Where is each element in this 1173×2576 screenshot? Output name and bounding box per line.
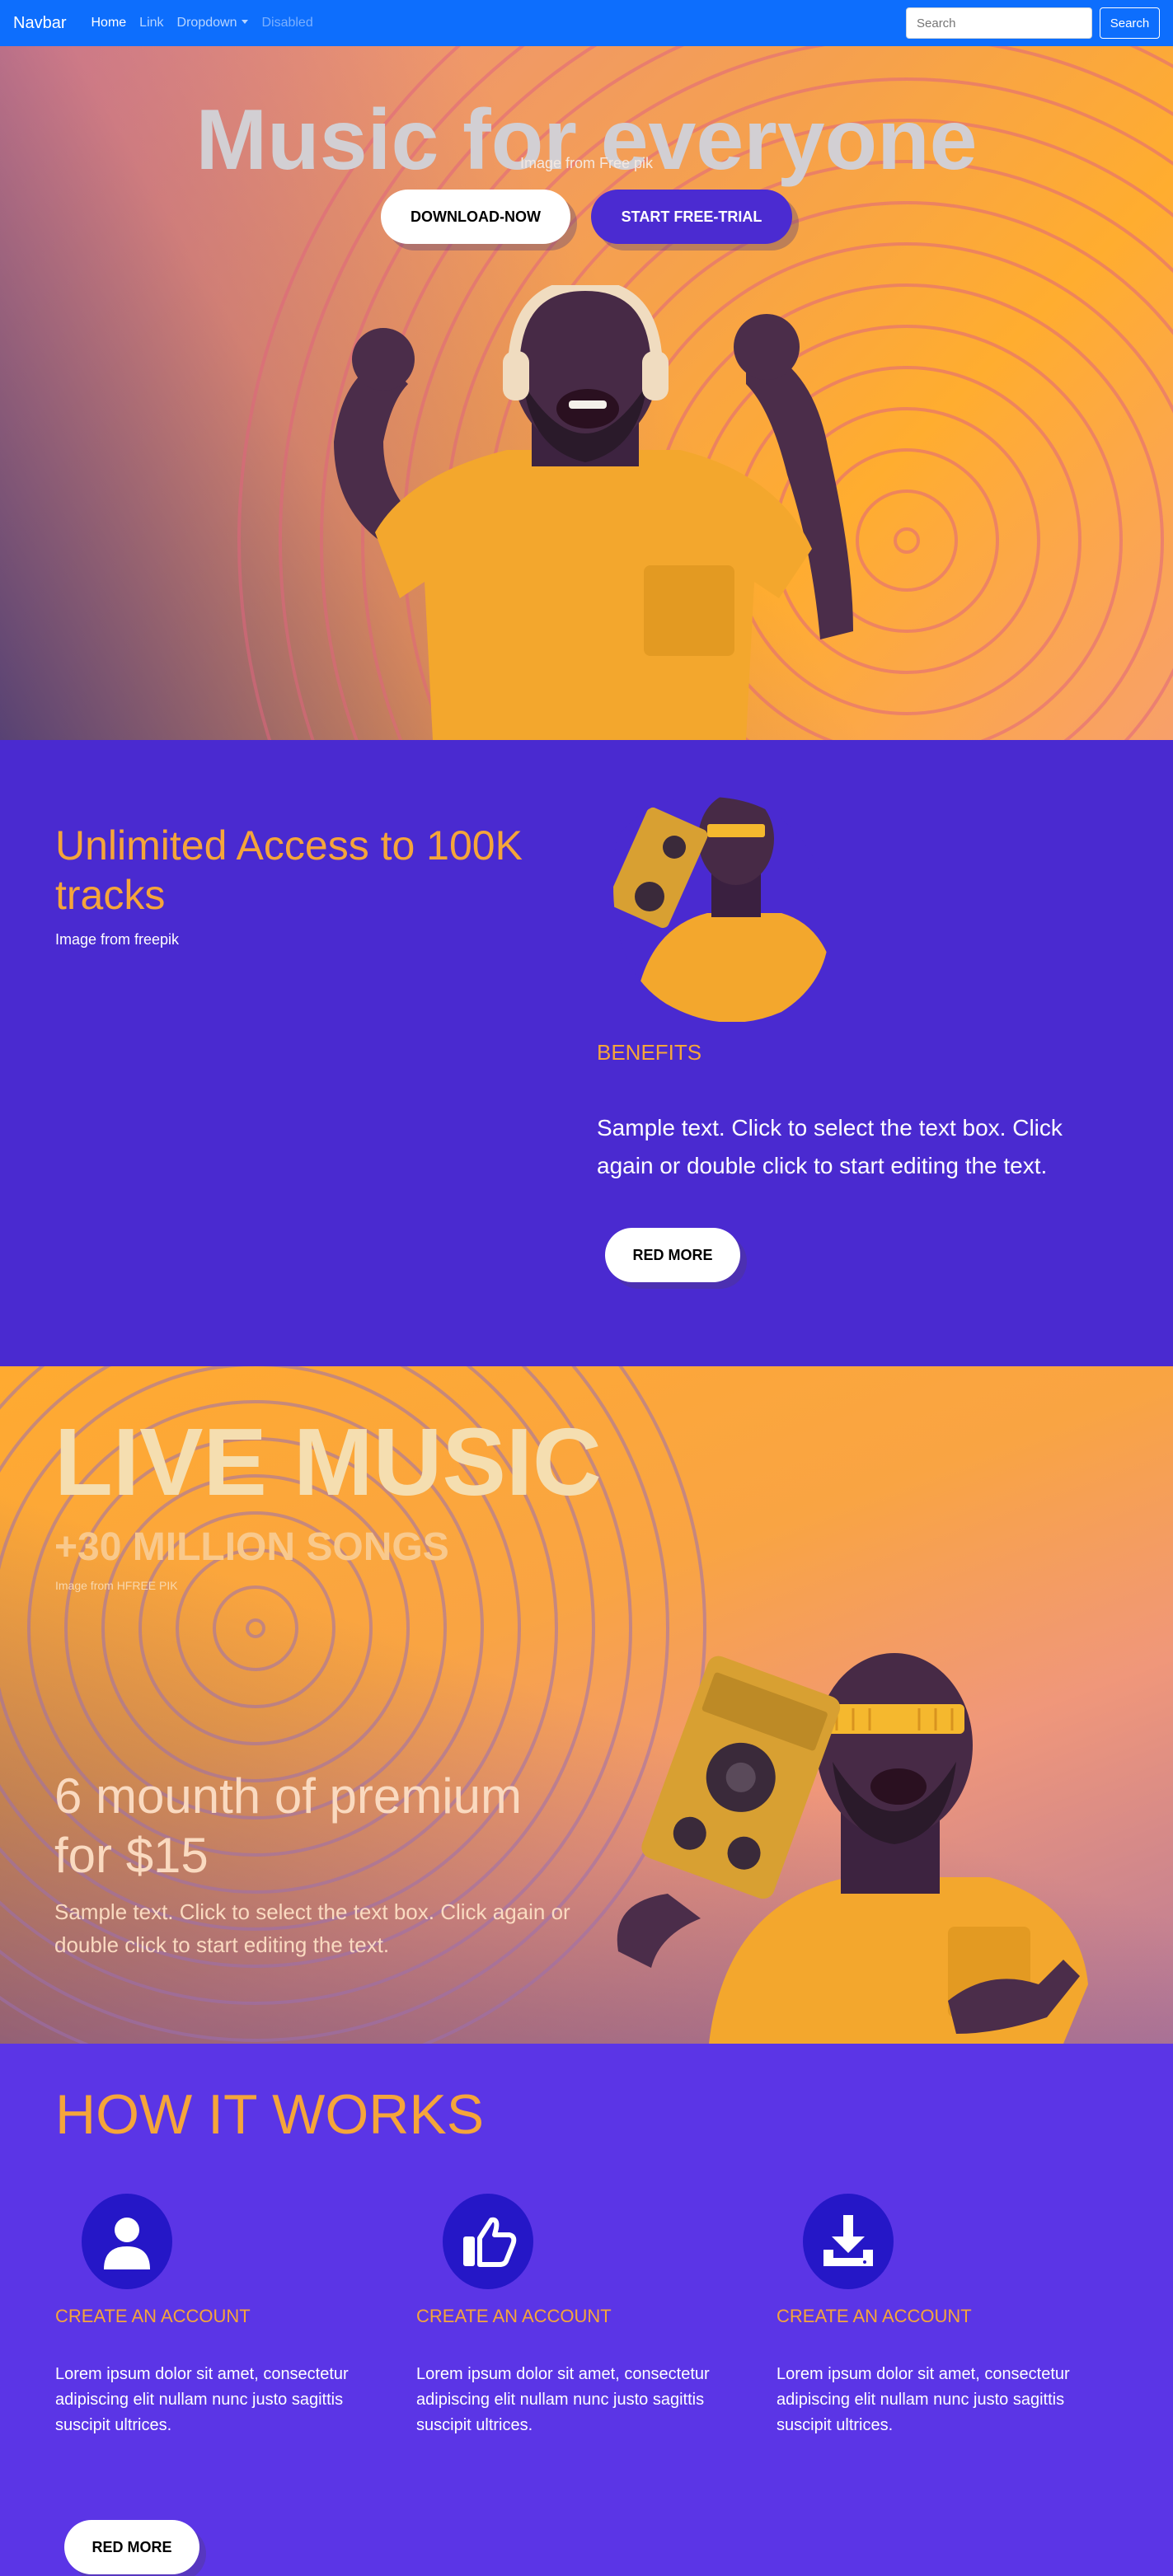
- read-more-button[interactable]: RED MORE: [64, 2520, 199, 2574]
- unlimited-access-title: Unlimited Access to 100K tracks: [55, 822, 523, 918]
- dancing-man-image: [334, 285, 853, 740]
- nav-link-disabled: Disabled: [261, 16, 313, 30]
- user-icon: [82, 2194, 172, 2289]
- benefits-heading: BENEFITS: [597, 1040, 702, 1065]
- start-free-trial-button[interactable]: START FREE-TRIAL: [591, 190, 792, 244]
- step-title: CREATE AN ACCOUNT: [416, 2306, 612, 2326]
- benefits-text: Sample text. Click to select the text bo…: [597, 1115, 1063, 1178]
- unlimited-access-section: Unlimited Access to 100K tracks Image fr…: [0, 740, 1173, 1366]
- search-button[interactable]: Search: [1100, 7, 1160, 39]
- premium-offer-heading: 6 mounth of premium for $15: [54, 1768, 522, 1883]
- live-music-image-credit: Image from HFREE PIK: [55, 1579, 178, 1592]
- live-music-title: LIVE MUSIC: [54, 1408, 602, 1515]
- premium-offer-text: Sample text. Click to select the text bo…: [54, 1899, 570, 1957]
- nav-dropdown[interactable]: Dropdown: [177, 16, 249, 30]
- caret-down-icon: [242, 20, 249, 24]
- step-title: CREATE AN ACCOUNT: [777, 2306, 972, 2326]
- nav-dropdown-label: Dropdown: [176, 16, 237, 30]
- boombox-man-large-image: [617, 1653, 1088, 2044]
- step-text: Lorem ipsum dolor sit amet, consectetur …: [777, 2365, 1070, 2434]
- boombox-man-image: [613, 796, 830, 1022]
- how-it-works-section: HOW IT WORKS CREATE AN ACCOUNT Lorem ips…: [0, 2044, 1173, 2576]
- read-more-button[interactable]: RED MORE: [605, 1228, 740, 1282]
- million-songs-subtitle: +30 MILLION SONGS: [54, 1525, 449, 1569]
- live-music-section: LIVE MUSIC +30 MILLION SONGS Image from …: [0, 1366, 1173, 2044]
- navbar-brand[interactable]: Navbar: [13, 14, 66, 33]
- step-text: Lorem ipsum dolor sit amet, consectetur …: [416, 2365, 710, 2434]
- unlimited-access-image-credit: Image from freepik: [55, 931, 180, 948]
- nav-link-home[interactable]: Home: [91, 16, 126, 30]
- download-now-button[interactable]: DOWNLOAD-NOW: [381, 190, 570, 244]
- download-icon: [803, 2194, 894, 2289]
- search-input[interactable]: [906, 7, 1092, 39]
- step-text: Lorem ipsum dolor sit amet, consectetur …: [55, 2365, 349, 2434]
- nav-link-link[interactable]: Link: [139, 16, 163, 30]
- hero-section: Music for everyone Image from Free pik D…: [0, 46, 1173, 740]
- thumbs-up-icon: [443, 2194, 533, 2289]
- hero-image-credit: Image from Free pik: [519, 155, 654, 171]
- how-it-works-title: HOW IT WORKS: [55, 2083, 485, 2146]
- step-title: CREATE AN ACCOUNT: [55, 2306, 251, 2326]
- navbar: Navbar Home Link Dropdown Disabled Searc…: [0, 0, 1173, 46]
